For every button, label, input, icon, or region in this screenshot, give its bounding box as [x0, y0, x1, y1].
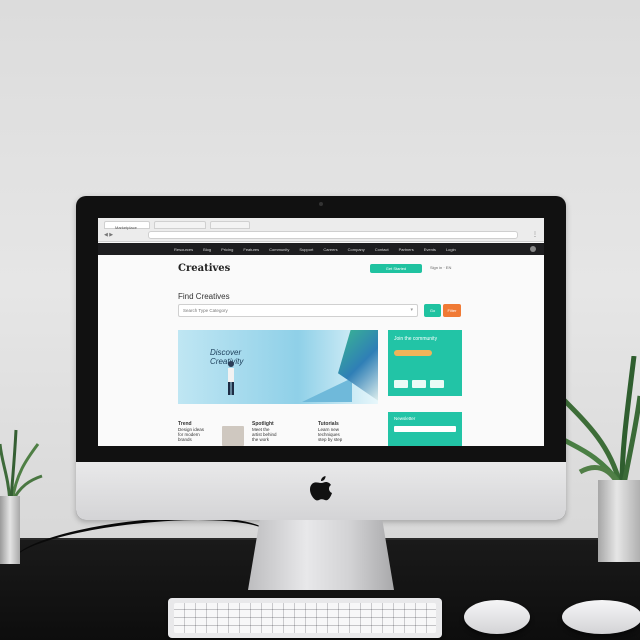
- camera-icon: [319, 202, 323, 206]
- imac-stand: [248, 520, 394, 590]
- action-button[interactable]: [430, 380, 444, 388]
- plant-left-icon: [0, 429, 43, 503]
- keyboard-keys[interactable]: [174, 603, 436, 633]
- hero-decoration: [302, 378, 352, 402]
- back-forward-icon[interactable]: ◀ ▶: [104, 232, 113, 238]
- nav-item[interactable]: Partners: [399, 247, 414, 252]
- newsletter-title: Newsletter: [394, 416, 416, 421]
- nav-item[interactable]: Community: [269, 247, 289, 252]
- chevron-down-icon[interactable]: ▾: [410, 307, 413, 313]
- keyboard[interactable]: [168, 598, 442, 638]
- browser-tab[interactable]: [154, 221, 206, 229]
- nav-item[interactable]: Support: [299, 247, 313, 252]
- article-line: step by step: [318, 437, 343, 442]
- top-links[interactable]: Sign in · EN: [430, 265, 451, 270]
- plant-right-icon: [560, 356, 640, 486]
- plant-pot-left: [0, 496, 20, 564]
- plant-pot-right: [598, 480, 640, 562]
- browser-tab[interactable]: Marketplace: [104, 221, 150, 230]
- screen: Marketplace ◀ ▶ ⋮ Resources Blog Pricing…: [98, 218, 544, 446]
- nav-item[interactable]: Resources: [174, 247, 193, 252]
- browser-toolbar: Marketplace ◀ ▶ ⋮: [98, 218, 544, 242]
- community-card-title: Join the community: [394, 336, 438, 342]
- article-card[interactable]: Trend Design ideas for modern brands: [178, 422, 204, 443]
- apple-logo-icon: [310, 476, 332, 501]
- profile-icon[interactable]: [530, 246, 536, 252]
- menu-icon[interactable]: ⋮: [532, 231, 538, 238]
- person-illustration-icon: [228, 361, 234, 395]
- article-card[interactable]: Spotlight Meet the artist behind the wor…: [252, 422, 277, 443]
- search-input[interactable]: Search Type Category ▾: [178, 304, 418, 317]
- hero-headline: Discover Creativity: [210, 348, 244, 366]
- article-thumbnail[interactable]: [222, 426, 244, 446]
- site-logo[interactable]: Creatives: [178, 263, 230, 274]
- get-started-button[interactable]: Get Started: [370, 264, 422, 273]
- nav-item[interactable]: Careers: [323, 247, 337, 252]
- nav-item[interactable]: Features: [243, 247, 259, 252]
- article-card[interactable]: Tutorials Learn new techniques step by s…: [318, 422, 343, 443]
- community-card[interactable]: Join the community: [388, 330, 462, 396]
- nav-item[interactable]: Events: [424, 247, 436, 252]
- community-card-pill[interactable]: [394, 350, 432, 356]
- nav-item[interactable]: Login: [446, 247, 456, 252]
- community-card-actions: [394, 380, 444, 388]
- newsletter-card: Newsletter: [388, 412, 462, 446]
- nav-item[interactable]: Company: [348, 247, 365, 252]
- filter-button[interactable]: Filter: [443, 304, 461, 317]
- nav-item[interactable]: Blog: [203, 247, 211, 252]
- address-bar[interactable]: [148, 231, 518, 239]
- magic-mouse[interactable]: [464, 600, 530, 634]
- search-heading: Find Creatives: [178, 292, 230, 301]
- site-navigation: Resources Blog Pricing Features Communit…: [98, 243, 544, 255]
- newsletter-email-field[interactable]: [394, 426, 456, 432]
- action-button[interactable]: [412, 380, 426, 388]
- search-button[interactable]: Go: [424, 304, 441, 317]
- action-button[interactable]: [394, 380, 408, 388]
- hero-banner[interactable]: Discover Creativity: [178, 330, 378, 404]
- article-line: the work: [252, 437, 270, 442]
- nav-item[interactable]: Pricing: [221, 247, 233, 252]
- search-placeholder: Search Type Category: [183, 308, 228, 313]
- nav-item[interactable]: Contact: [375, 247, 389, 252]
- article-line: brands: [178, 437, 192, 442]
- magic-mouse[interactable]: [562, 600, 640, 634]
- browser-tab[interactable]: [210, 221, 250, 229]
